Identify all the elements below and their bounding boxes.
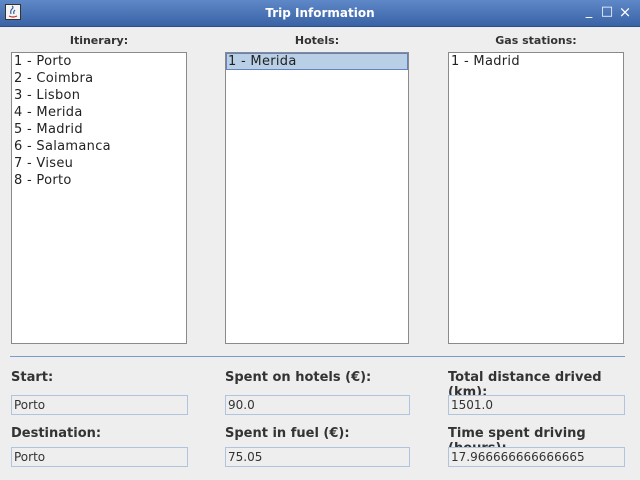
list-item-selected[interactable]: 1 - Merida [226, 53, 408, 70]
list-item[interactable]: 2 - Coimbra [12, 70, 186, 87]
list-item[interactable]: 8 - Porto [12, 172, 186, 189]
spent-hotels-field[interactable]: 90.0 [225, 395, 410, 415]
list-item[interactable]: 7 - Viseu [12, 155, 186, 172]
minimize-icon[interactable]: _ [581, 4, 597, 20]
list-item[interactable]: 6 - Salamanca [12, 138, 186, 155]
list-item[interactable]: 1 - Porto [12, 53, 186, 70]
spent-fuel-field[interactable]: 75.05 [225, 447, 410, 467]
itinerary-label: Itinerary: [69, 34, 129, 47]
gas-stations-label: Gas stations: [495, 34, 577, 47]
spent-hotels-label: Spent on hotels (€): [225, 370, 372, 385]
total-distance-field[interactable]: 1501.0 [448, 395, 625, 415]
spent-fuel-label: Spent in fuel (€): [225, 426, 350, 441]
gas-stations-list[interactable]: 1 - Madrid [448, 52, 624, 344]
time-driving-field[interactable]: 17.966666666666665 [448, 447, 625, 467]
separator [10, 356, 625, 357]
title-bar[interactable]: Trip Information _ □ × [0, 0, 640, 27]
list-item[interactable]: 3 - Lisbon [12, 87, 186, 104]
destination-field[interactable]: Porto [11, 447, 188, 467]
close-icon[interactable]: × [617, 4, 633, 20]
destination-label: Destination: [11, 426, 102, 441]
start-label: Start: [11, 370, 54, 385]
hotels-label: Hotels: [294, 34, 340, 47]
list-item[interactable]: 4 - Merida [12, 104, 186, 121]
start-field[interactable]: Porto [11, 395, 188, 415]
itinerary-list[interactable]: 1 - Porto 2 - Coimbra 3 - Lisbon 4 - Mer… [11, 52, 187, 344]
list-item[interactable]: 5 - Madrid [12, 121, 186, 138]
maximize-icon[interactable]: □ [599, 4, 615, 20]
hotels-list[interactable]: 1 - Merida [225, 52, 409, 344]
window-title: Trip Information [265, 6, 375, 20]
list-item[interactable]: 1 - Madrid [449, 53, 623, 70]
